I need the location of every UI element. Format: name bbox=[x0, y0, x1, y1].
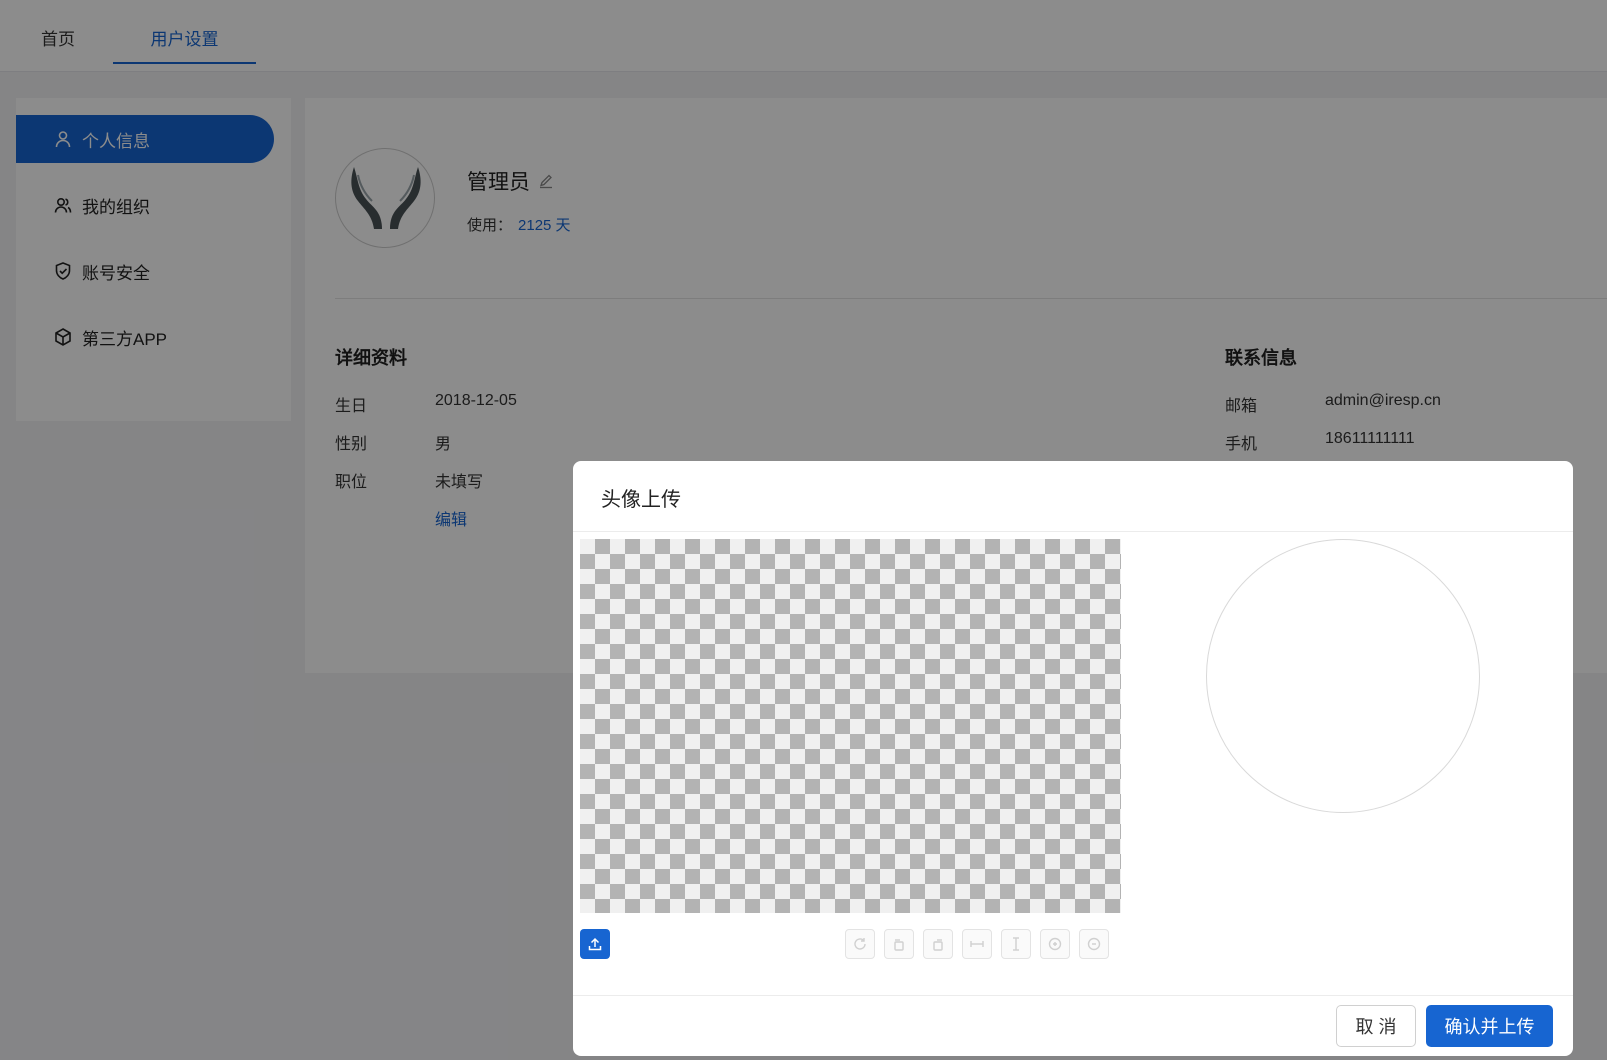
dialog-header-divider bbox=[573, 531, 1573, 532]
zoom-out-icon bbox=[1087, 937, 1101, 951]
flip-vertical-button[interactable] bbox=[1001, 929, 1031, 959]
crop-area[interactable] bbox=[580, 539, 1121, 913]
cancel-button[interactable]: 取 消 bbox=[1336, 1005, 1416, 1047]
zoom-out-button[interactable] bbox=[1079, 929, 1109, 959]
upload-file-button[interactable] bbox=[580, 929, 610, 959]
avatar-upload-dialog: 头像上传 取 消 确认并上传 bbox=[573, 461, 1573, 1056]
confirm-upload-button[interactable]: 确认并上传 bbox=[1426, 1005, 1553, 1047]
rotate-left-icon bbox=[894, 939, 904, 951]
rotate-icon bbox=[854, 938, 866, 950]
avatar-preview bbox=[1206, 539, 1480, 813]
zoom-in-icon bbox=[1048, 937, 1062, 951]
flip-horizontal-button[interactable] bbox=[962, 929, 992, 959]
zoom-in-button[interactable] bbox=[1040, 929, 1070, 959]
rotate-button[interactable] bbox=[845, 929, 875, 959]
dialog-footer-divider bbox=[573, 995, 1573, 996]
flip-horizontal-icon bbox=[970, 941, 984, 947]
flip-vertical-icon bbox=[1013, 937, 1019, 951]
dialog-title: 头像上传 bbox=[601, 489, 681, 511]
rotate-left-button[interactable] bbox=[884, 929, 914, 959]
upload-icon bbox=[588, 937, 602, 951]
rotate-right-icon bbox=[933, 939, 943, 951]
rotate-right-button[interactable] bbox=[923, 929, 953, 959]
